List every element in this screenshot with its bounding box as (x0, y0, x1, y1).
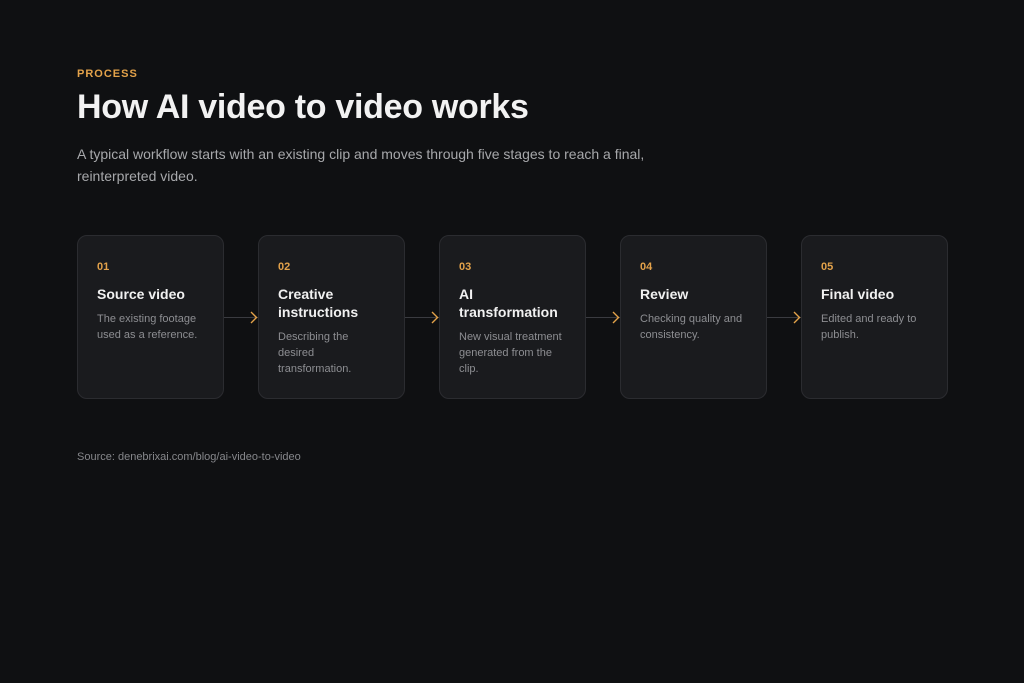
step-card-1: 01 Source video The existing footage use… (77, 235, 224, 399)
step-card-5: 05 Final video Edited and ready to publi… (801, 235, 948, 399)
section-eyebrow: PROCESS (77, 68, 138, 80)
step-connector (586, 311, 620, 324)
step-description: New visual treatment generated from the … (459, 331, 562, 375)
chevron-right-icon (612, 311, 620, 324)
step-description: Describing the desired transformation. (278, 331, 352, 375)
step-title: Source video (97, 286, 185, 302)
step-number: 04 (640, 261, 653, 273)
step-card-4: 04 Review Checking quality and consisten… (620, 235, 767, 399)
step-number: 05 (821, 261, 834, 273)
page-subtitle: A typical workflow starts with an existi… (77, 146, 645, 184)
step-description: Edited and ready to publish. (821, 313, 917, 341)
page-title: How AI video to video works (77, 88, 529, 126)
step-title: Review (640, 286, 689, 302)
step-connector (405, 311, 439, 324)
step-connector (767, 311, 801, 324)
process-steps: 01 Source video The existing footage use… (77, 235, 948, 399)
step-number: 03 (459, 261, 472, 273)
chevron-right-icon (431, 311, 439, 324)
step-title: Creative instructions (278, 286, 359, 320)
step-description: Checking quality and consistency. (640, 313, 743, 341)
page: PROCESS How AI video to video works A ty… (0, 0, 1024, 683)
step-number: 01 (97, 261, 110, 273)
source-citation: Source: denebrixai.com/blog/ai-video-to-… (77, 451, 301, 463)
step-description: The existing footage used as a reference… (97, 313, 198, 341)
step-card-3: 03 AI transformation New visual treatmen… (439, 235, 586, 399)
step-number: 02 (278, 261, 291, 273)
step-card-2: 02 Creative instructions Describing the … (258, 235, 405, 399)
step-title: Final video (821, 286, 895, 302)
chevron-right-icon (793, 311, 801, 324)
step-title: AI transformation (459, 286, 558, 320)
step-connector (224, 311, 258, 324)
chevron-right-icon (250, 311, 258, 324)
